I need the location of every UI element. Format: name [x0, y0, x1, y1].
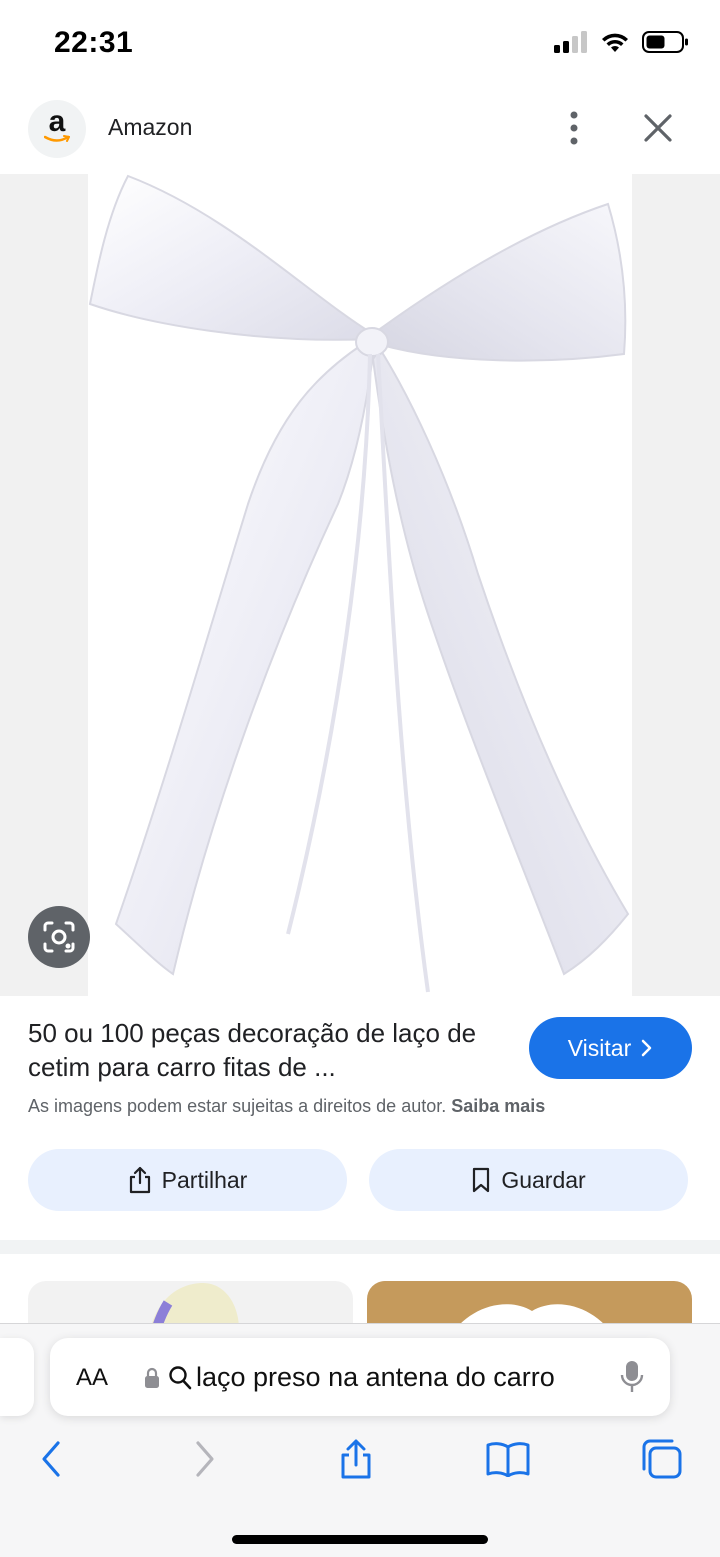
search-query-text[interactable]: laço preso na antena do carro: [196, 1362, 555, 1393]
forward-icon: [196, 1441, 214, 1477]
status-icons: [554, 30, 690, 54]
browser-bottom-bar: AA laço preso na antena do carro: [0, 1323, 720, 1557]
address-bar[interactable]: AA laço preso na antena do carro: [50, 1338, 670, 1416]
result-title[interactable]: 50 ou 100 peças decoração de laço de cet…: [28, 1016, 508, 1084]
status-bar: 22:31: [0, 0, 720, 88]
battery-icon: [642, 31, 688, 53]
product-image: [88, 174, 632, 996]
copyright-text: As imagens podem estar sujeitas a direit…: [28, 1096, 447, 1116]
cellular-signal-icon: [554, 31, 587, 53]
more-vert-icon: [570, 111, 578, 145]
source-name[interactable]: Amazon: [108, 114, 192, 141]
search-icon: [169, 1366, 192, 1390]
microphone-icon[interactable]: [620, 1360, 644, 1394]
copyright-notice: As imagens podem estar sujeitas a direit…: [28, 1096, 545, 1117]
share-icon: [341, 1439, 371, 1479]
share-icon: [129, 1166, 150, 1194]
share-page-button[interactable]: [331, 1434, 381, 1484]
forward-button[interactable]: [180, 1434, 230, 1484]
bookmark-icon: [473, 1167, 490, 1193]
bookmarks-icon: [486, 1442, 530, 1477]
lens-icon: [43, 921, 75, 953]
image-preview[interactable]: [0, 174, 720, 996]
save-label: Guardar: [501, 1166, 586, 1193]
visual-search-button[interactable]: [28, 906, 90, 968]
amazon-logo-letter: a: [48, 105, 66, 138]
share-label: Partilhar: [161, 1166, 248, 1193]
previous-tab-edge[interactable]: [0, 1338, 34, 1416]
more-options-button[interactable]: [556, 108, 592, 148]
visit-label: Visitar: [567, 1034, 632, 1061]
white-satin-bow-image: [88, 174, 630, 993]
back-button[interactable]: [26, 1434, 76, 1484]
source-header: a Amazon: [0, 96, 720, 160]
bookmarks-button[interactable]: [483, 1434, 533, 1484]
tabs-button[interactable]: [636, 1434, 686, 1484]
close-button[interactable]: [638, 108, 678, 148]
learn-more-link[interactable]: Saiba mais: [451, 1096, 545, 1116]
wifi-icon: [602, 33, 628, 52]
section-divider: [0, 1240, 720, 1254]
share-button[interactable]: Partilhar: [28, 1149, 347, 1211]
tabs-icon: [642, 1439, 682, 1479]
amazon-smile-icon: [44, 135, 70, 142]
visit-button[interactable]: Visitar: [529, 1017, 692, 1079]
close-icon: [644, 114, 672, 142]
home-indicator: [232, 1535, 488, 1544]
source-avatar[interactable]: a: [28, 100, 86, 158]
lock-icon: [145, 1367, 159, 1388]
text-size-button[interactable]: AA: [76, 1364, 108, 1392]
chevron-right-icon: [642, 1039, 652, 1057]
save-button[interactable]: Guardar: [369, 1149, 688, 1211]
back-icon: [42, 1441, 60, 1477]
status-time: 22:31: [54, 26, 134, 59]
